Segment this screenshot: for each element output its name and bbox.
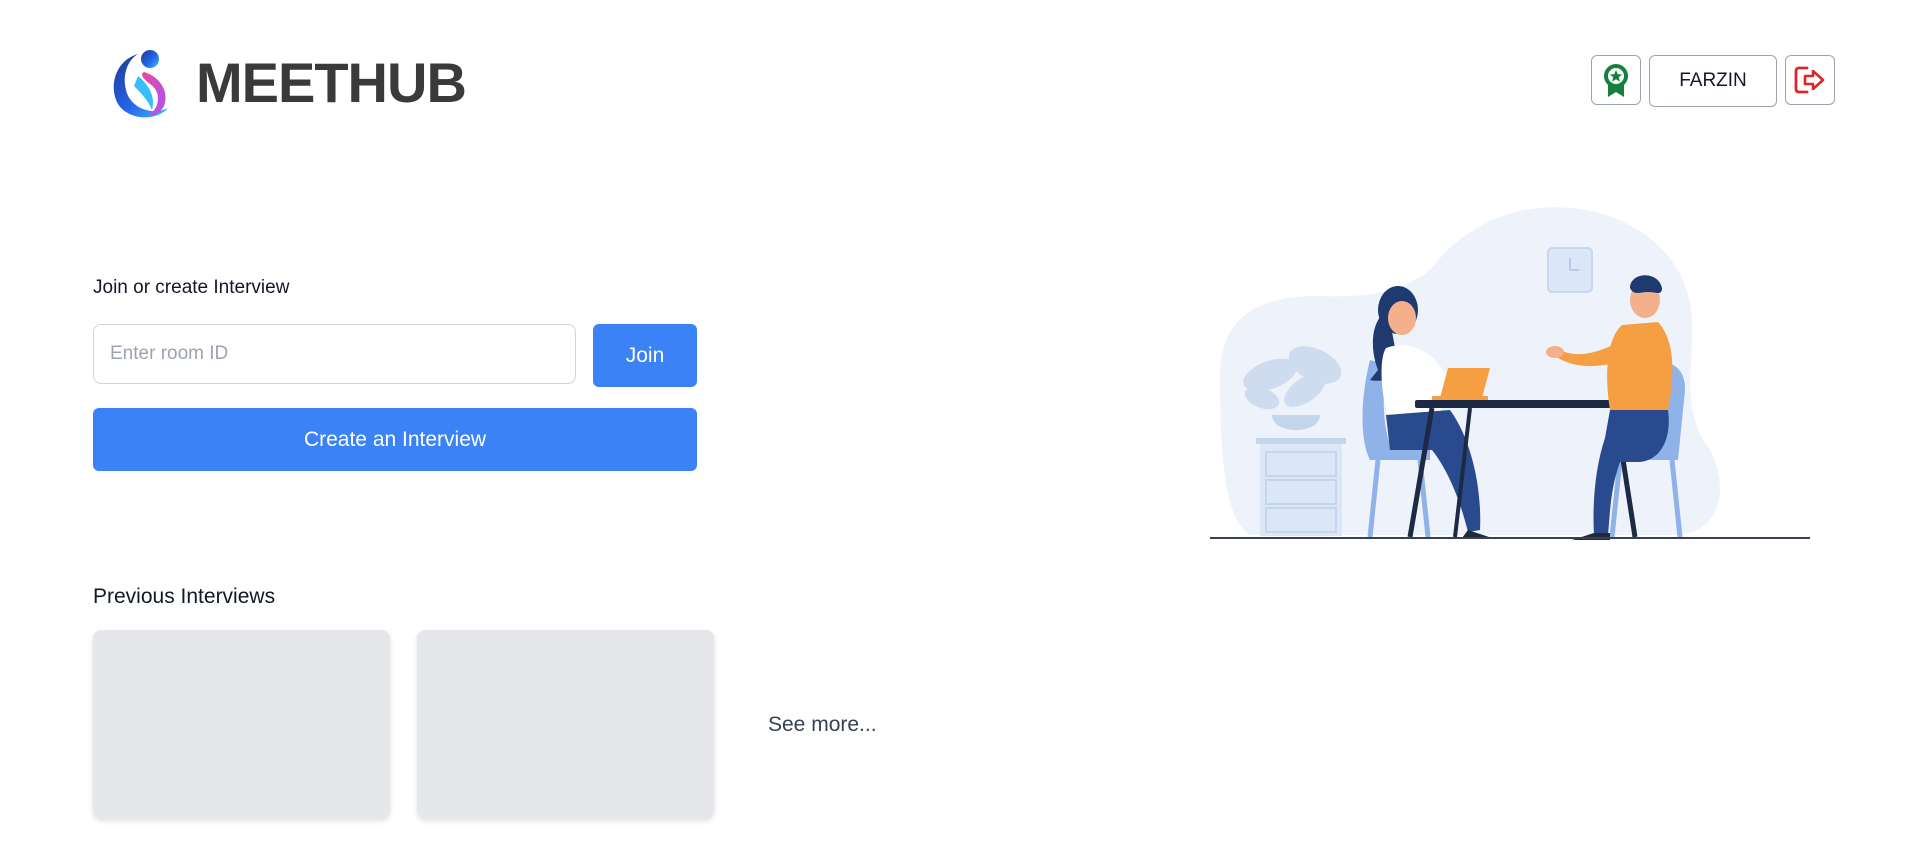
meethub-logo-icon xyxy=(113,50,168,118)
previous-interview-card[interactable] xyxy=(417,630,714,818)
see-more-link[interactable]: See more... xyxy=(768,713,877,737)
join-section-title: Join or create Interview xyxy=(93,277,290,298)
logout-button[interactable] xyxy=(1785,55,1835,105)
previous-interviews-title: Previous Interviews xyxy=(93,585,276,608)
achievements-button[interactable] xyxy=(1591,55,1641,105)
room-id-input[interactable] xyxy=(93,324,576,384)
award-ribbon-icon xyxy=(1604,64,1628,97)
user-profile-button[interactable]: FARZIN xyxy=(1649,55,1777,107)
header-actions: FARZIN xyxy=(1591,55,1835,107)
user-name: FARZIN xyxy=(1679,70,1747,91)
join-button[interactable]: Join xyxy=(593,324,697,387)
logout-icon xyxy=(1794,66,1825,94)
create-interview-button[interactable]: Create an Interview xyxy=(93,408,697,471)
app-logo[interactable]: MEETHUB xyxy=(108,46,467,120)
app-name: MEETHUB xyxy=(196,51,467,114)
previous-interview-card[interactable] xyxy=(93,630,390,818)
interview-illustration xyxy=(1210,207,1810,540)
